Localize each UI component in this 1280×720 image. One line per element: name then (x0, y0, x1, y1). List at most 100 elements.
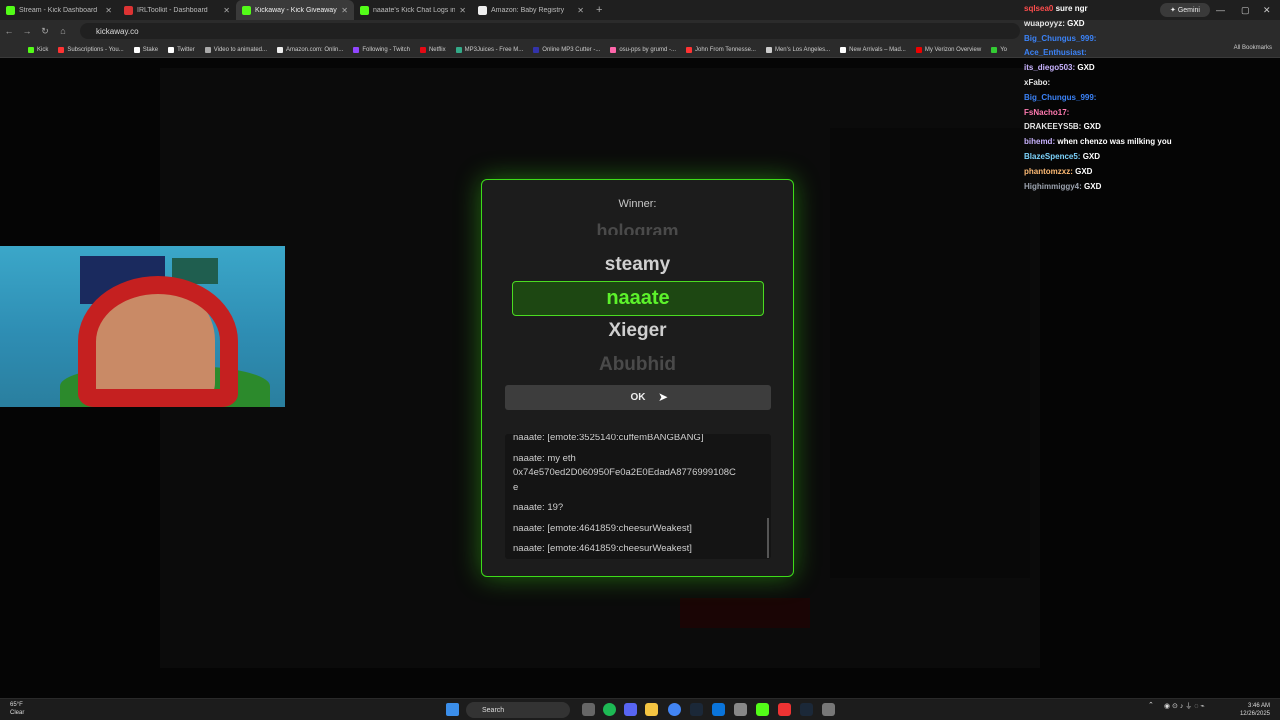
close-icon[interactable]: ✕ (459, 6, 466, 15)
tray-chevron-icon[interactable]: ⌃ (1148, 701, 1154, 709)
chat-text: GXD (1075, 166, 1093, 176)
bookmark-item[interactable]: MP3Juices - Free M... (455, 46, 523, 53)
chat-text: GXD (1084, 181, 1102, 191)
selected-winner: naaate (512, 281, 764, 316)
taskbar-search[interactable]: Search (466, 702, 570, 718)
kick-icon (360, 5, 369, 15)
stream-chat-message: sqlsea0 sure ngr (1024, 2, 1280, 17)
url-field[interactable]: kickaway.co (80, 23, 1020, 39)
chat-username: sqlsea0 (1024, 4, 1054, 13)
chat-message: naaate: 19? (513, 502, 564, 513)
winner-label: Winner: (618, 198, 657, 210)
bookmark-item[interactable]: New Arrivals – Mad... (840, 46, 906, 53)
new-tab-button[interactable]: + (590, 4, 608, 16)
bookmark-favicon-icon (991, 46, 998, 53)
stream-chat-message: Highimmiggy4: GXD (1024, 180, 1280, 195)
bookmark-item[interactable]: Subscriptions - You... (58, 46, 124, 53)
background-stop-button (680, 598, 810, 628)
stream-chat-message: Big_Chungus_999: (1024, 32, 1280, 47)
bookmark-item[interactable]: Stake (133, 46, 158, 53)
bookmark-favicon-icon (353, 46, 360, 53)
winner-candidate: hologram (596, 221, 679, 235)
stream-chat-message: xFabo: (1024, 76, 1280, 91)
bookmark-item[interactable]: Netflix (419, 46, 446, 53)
bookmark-item[interactable]: Online MP3 Cutter -... (533, 46, 600, 53)
photos-icon[interactable] (712, 703, 725, 716)
chrome-icon[interactable] (668, 703, 681, 716)
webcam-feed (0, 246, 285, 407)
bookmark-item[interactable]: Video to animated... (204, 46, 267, 53)
chat-username: FsNacho17: (1024, 107, 1070, 117)
close-icon[interactable]: ✕ (577, 6, 584, 15)
chat-text: GXD (1082, 151, 1101, 161)
chat-message: 0x74e570ed2D060950Fe0a2E0EdadA8776999108… (513, 467, 736, 478)
chat-username: DRAKEEYS5B: (1024, 122, 1082, 132)
windows-start-icon[interactable] (446, 703, 459, 716)
chat-text: GXD (1077, 63, 1095, 73)
stream-chat-message: Ace_Enthusiast: (1024, 46, 1280, 61)
chat-message: naaate: [emote:4641859:cheesurWeakest] (513, 543, 692, 554)
chat-text: GXD (1067, 18, 1085, 28)
bookmark-item[interactable]: osu-pps by grumd -... (610, 46, 676, 53)
bookmark-item[interactable]: Amazon.com: Onlin... (277, 46, 343, 53)
steam-icon[interactable] (800, 703, 813, 716)
bookmark-favicon-icon (610, 46, 617, 53)
settings-icon[interactable] (734, 703, 747, 716)
bookmark-item[interactable]: Yo (991, 46, 1007, 53)
bookmark-favicon-icon (915, 46, 922, 53)
back-icon[interactable]: ← (0, 26, 18, 36)
close-icon[interactable]: ✕ (223, 6, 230, 15)
chat-text: sure ngr (1055, 4, 1088, 13)
bookmark-item[interactable]: Following - Twitch (353, 46, 410, 53)
tab-amazon[interactable]: Amazon: Baby Registry ✕ (472, 0, 590, 20)
steam-icon[interactable] (690, 703, 703, 716)
chat-message: naaate: my eth (513, 452, 576, 464)
weather-widget[interactable]: 65°F Clear (10, 701, 24, 717)
stream-chat-message: FsNacho17: (1024, 106, 1280, 121)
chat-message: e (513, 481, 519, 493)
kick-icon (242, 5, 251, 15)
app-icon[interactable] (778, 703, 791, 716)
close-icon[interactable]: ✕ (105, 6, 112, 15)
stream-chat-message: its_diego503: GXD (1024, 61, 1280, 76)
ok-button[interactable]: OK (505, 385, 771, 410)
tab-stream-dashboard[interactable]: Stream - Kick Dashboard ✕ (0, 0, 118, 20)
tray-icons[interactable]: ◉ ⊙ ♪ ⏚ ◌ ⌁ (1164, 701, 1205, 711)
winner-candidate: Xieger (608, 320, 667, 341)
chat-username: Highimmiggy4: (1024, 181, 1082, 191)
file-explorer-icon[interactable] (645, 703, 658, 716)
stream-chat-overlay: sqlsea0 sure ngr wuapoyyz: GXD Big_Chungus… (1024, 2, 1280, 194)
tab-irltoolkit[interactable]: IRLToolkit - Dashboard ✕ (118, 0, 236, 20)
chat-username: xFabo: (1024, 77, 1051, 87)
task-view-icon[interactable] (582, 703, 595, 716)
bookmark-item[interactable]: Men's Los Angeles... (765, 46, 830, 53)
irltoolkit-icon (124, 5, 133, 15)
discord-icon[interactable] (624, 703, 637, 716)
stream-chat-message: wuapoyyz: GXD (1024, 17, 1280, 32)
bookmark-item[interactable]: John From Tennesse... (686, 46, 756, 53)
chat-username: Ace_Enthusiast: (1024, 48, 1087, 58)
chat-scrollbar[interactable] (767, 518, 769, 558)
gear-icon[interactable] (822, 703, 835, 716)
bookmark-item[interactable]: Twitter (168, 46, 195, 53)
spotify-icon[interactable] (603, 703, 616, 716)
forward-icon[interactable]: → (18, 26, 36, 36)
system-clock[interactable]: 3:46 AM 12/26/2025 (1240, 702, 1270, 718)
stream-chat-message: BlazeSpence5: GXD (1024, 150, 1280, 165)
kick-icon[interactable] (756, 703, 769, 716)
winner-chat-log[interactable]: naaate: [emote:3525140:cuffemBANGBANG] n… (505, 434, 771, 559)
stream-chat-message: phantomzxz: GXD (1024, 165, 1280, 180)
tab-kickaway[interactable]: Kickaway - Kick Giveaway Tool✕ (236, 0, 354, 20)
reload-icon[interactable]: ↻ (36, 26, 54, 37)
bookmark-item[interactable]: Kick (28, 46, 48, 53)
bookmark-item[interactable]: My Verizon Overview (915, 46, 981, 53)
chat-message: naaate: [emote:4641859:cheesurWeakest] (513, 522, 692, 534)
tab-chat-logs[interactable]: naaate's Kick Chat Logs in swe...✕ (354, 0, 472, 20)
close-icon[interactable]: ✕ (341, 6, 348, 15)
streamer-hood (78, 276, 238, 407)
bookmark-favicon-icon (686, 46, 693, 53)
home-icon[interactable]: ⌂ (54, 26, 72, 36)
mouse-cursor-icon: ➤ (658, 390, 669, 404)
chat-username: phantomzxz: (1024, 166, 1073, 176)
bookmark-favicon-icon (28, 46, 34, 53)
